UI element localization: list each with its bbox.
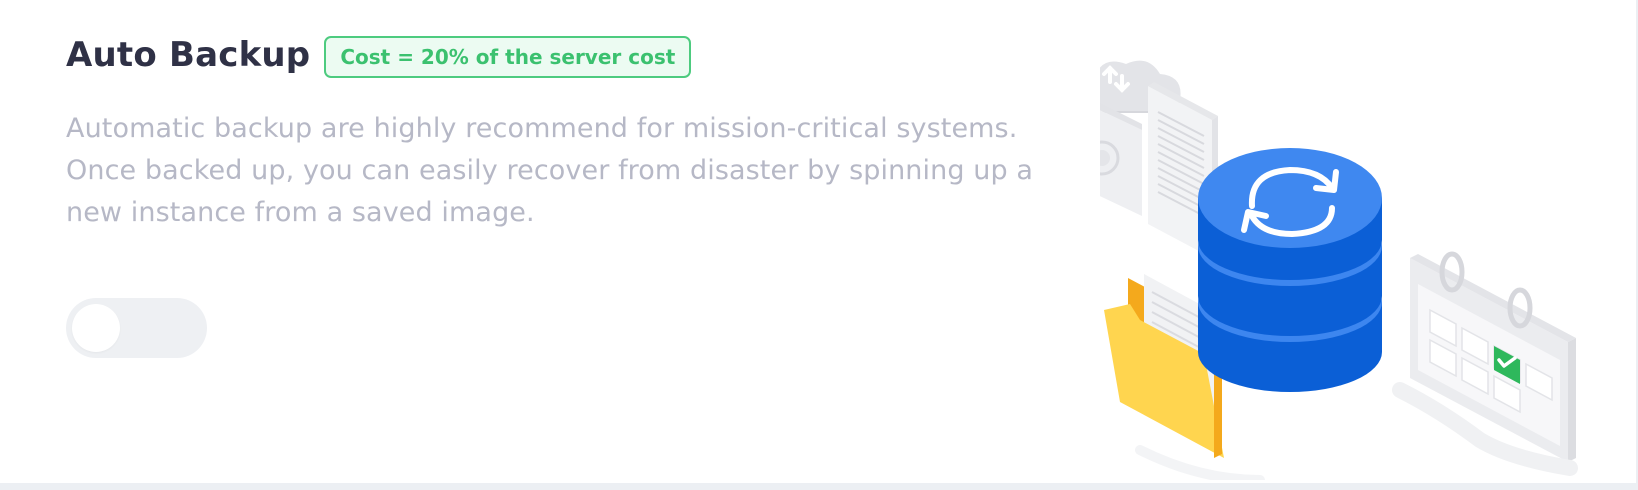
section-title: Auto Backup bbox=[66, 35, 311, 75]
cost-badge: Cost = 20% of the server cost bbox=[324, 36, 692, 78]
toggle-knob bbox=[72, 304, 120, 352]
auto-backup-toggle[interactable] bbox=[66, 298, 207, 358]
bottom-divider bbox=[0, 483, 1638, 490]
backup-illustration bbox=[1100, 40, 1638, 480]
auto-backup-card: Auto Backup Cost = 20% of the server cos… bbox=[0, 0, 1638, 483]
section-description: Automatic backup are highly recommend fo… bbox=[66, 113, 1034, 228]
title-row: Auto Backup Cost = 20% of the server cos… bbox=[66, 32, 692, 78]
database-sync-icon bbox=[1198, 148, 1382, 392]
calendar-check-icon bbox=[1392, 251, 1578, 476]
